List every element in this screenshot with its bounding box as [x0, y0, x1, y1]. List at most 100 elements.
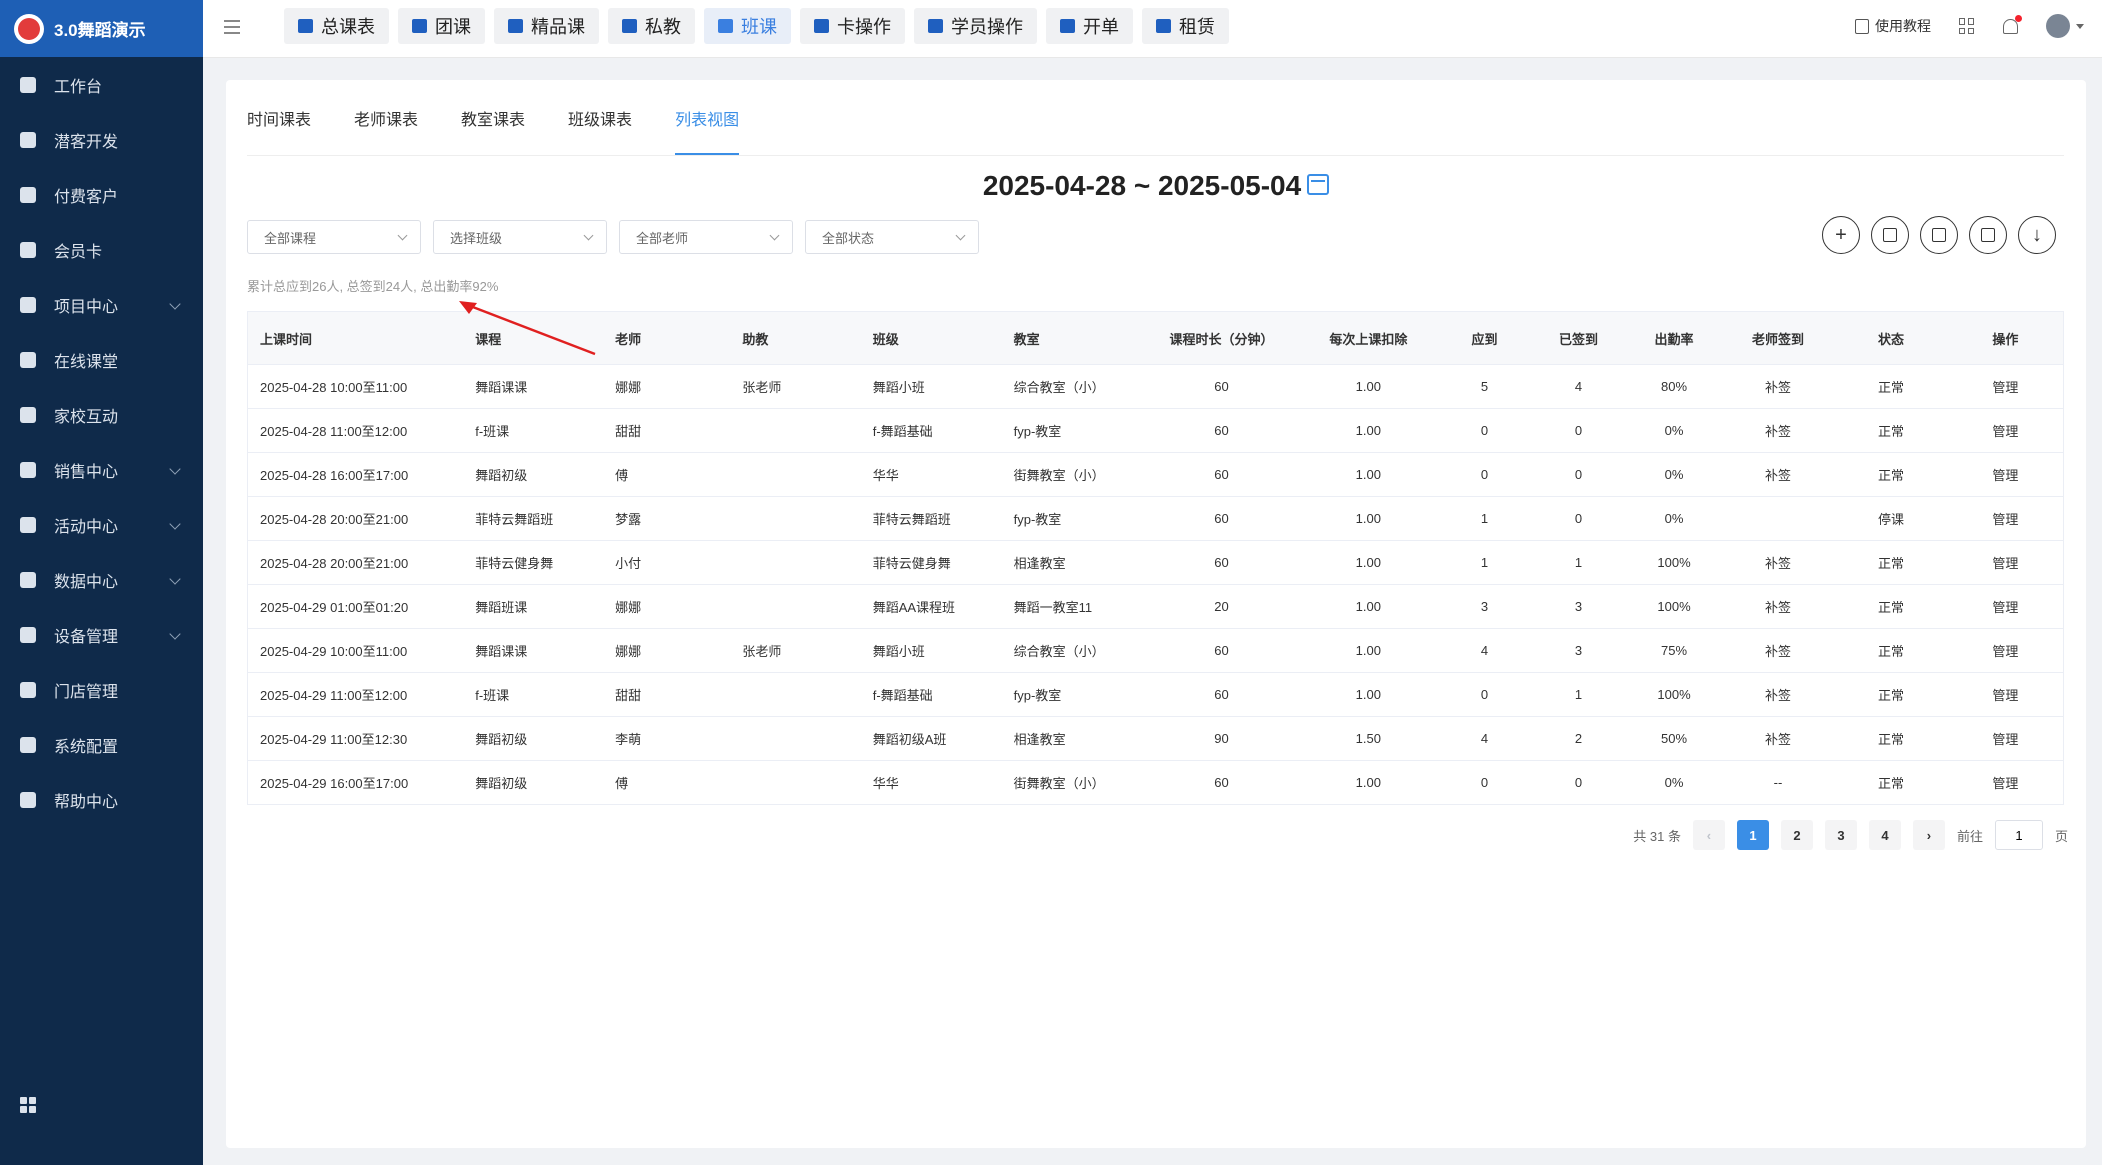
sidebar-item[interactable]: 项目中心 [0, 277, 203, 332]
signed-cell: 1 [1530, 540, 1627, 585]
teacher-sign-cell[interactable]: 补签 [1721, 540, 1835, 585]
copy-button[interactable] [1920, 216, 1958, 254]
class-time-cell: 2025-04-28 11:00至12:00 [247, 408, 464, 453]
filter-select[interactable]: 全部老师 [619, 220, 793, 254]
sidebar-item[interactable]: 付费客户 [0, 167, 203, 222]
chevron-down-icon[interactable] [2076, 23, 2084, 29]
attendance-rate-cell: 100% [1626, 672, 1722, 717]
chevron-down-icon [583, 230, 594, 241]
add-button[interactable]: + [1822, 216, 1860, 254]
signed-cell: 2 [1530, 716, 1627, 761]
status-cell: 正常 [1834, 628, 1948, 673]
avatar[interactable] [2046, 14, 2070, 38]
tutorial-link[interactable]: 使用教程 [1855, 16, 1931, 36]
brand[interactable]: 3.0舞蹈演示 [0, 0, 203, 57]
sidebar-item[interactable]: 数据中心 [0, 552, 203, 607]
table-header-cell: 每次上课扣除 [1298, 311, 1439, 365]
download-button[interactable]: ↓ [2018, 216, 2056, 254]
topnav-icon [412, 19, 427, 33]
qrcode-icon[interactable] [1959, 18, 1975, 34]
filter-select-value: 全部老师 [636, 230, 689, 246]
print-button[interactable] [1871, 216, 1909, 254]
calendar-icon[interactable] [1307, 174, 1330, 196]
topnav-item[interactable]: 私教 [608, 8, 695, 44]
class-cell: 华华 [860, 452, 1002, 497]
manage-link-cell[interactable]: 管理 [1947, 496, 2064, 541]
teacher-sign-cell[interactable]: 补签 [1721, 672, 1835, 717]
topnav-item[interactable]: 精品课 [494, 8, 599, 44]
topnav-item[interactable]: 团课 [398, 8, 485, 44]
sidebar-item[interactable]: 会员卡 [0, 222, 203, 277]
sidebar-item[interactable]: 工作台 [0, 57, 203, 112]
attendance-rate-cell: 0% [1626, 408, 1722, 453]
topnav-item[interactable]: 班课 [704, 8, 791, 44]
filter-select[interactable]: 全部课程 [247, 220, 421, 254]
delete-button[interactable] [1969, 216, 2007, 254]
manage-link-cell[interactable]: 管理 [1947, 716, 2064, 761]
topnav-item[interactable]: 开单 [1046, 8, 1133, 44]
goto-page-input[interactable] [1994, 820, 2043, 850]
sidebar-item[interactable]: 门店管理 [0, 662, 203, 717]
page-button[interactable]: 2 [1780, 820, 1813, 850]
teacher-sign-cell[interactable]: 补签 [1721, 716, 1835, 761]
classroom-cell: 综合教室（小） [1001, 628, 1145, 673]
class-cell: f-舞蹈基础 [860, 408, 1002, 453]
topnav-item[interactable]: 总课表 [284, 8, 389, 44]
sidebar-item[interactable]: 在线课堂 [0, 332, 203, 387]
trash-icon [1981, 228, 1995, 242]
teacher-sign-cell[interactable]: 补签 [1721, 452, 1835, 497]
manage-link-cell[interactable]: 管理 [1947, 628, 2064, 673]
filter-select[interactable]: 选择班级 [433, 220, 607, 254]
filter-select[interactable]: 全部状态 [805, 220, 979, 254]
date-range-text: 2025-04-28 ~ 2025-05-04 [982, 170, 1302, 201]
prev-page-button[interactable]: ‹ [1692, 820, 1725, 850]
action-buttons: + ↓ [1822, 216, 2056, 254]
tab-view[interactable]: 列表视图 [675, 80, 740, 155]
manage-link-cell[interactable]: 管理 [1947, 364, 2064, 409]
manage-link-cell[interactable]: 管理 [1947, 672, 2064, 717]
bell-icon[interactable] [2003, 14, 2022, 34]
page-button[interactable]: 1 [1736, 820, 1769, 850]
menu-toggle-icon[interactable] [224, 20, 240, 34]
page-button[interactable]: 3 [1824, 820, 1857, 850]
tab-view[interactable]: 时间课表 [247, 80, 311, 155]
topnav-item[interactable]: 学员操作 [914, 8, 1037, 44]
brand-logo-icon [14, 13, 44, 44]
teacher-sign-cell[interactable]: 补签 [1721, 628, 1835, 673]
class-cell: 舞蹈小班 [860, 364, 1002, 409]
manage-link-cell[interactable]: 管理 [1947, 584, 2064, 629]
tab-view[interactable]: 教室课表 [461, 80, 525, 155]
chevron-down-icon [397, 230, 408, 241]
attendance-rate-cell: 0% [1626, 496, 1722, 541]
table-header-cell: 上课时间 [247, 311, 464, 365]
course-cell: 舞蹈课课 [463, 628, 604, 673]
teacher-sign-cell[interactable]: 补签 [1721, 364, 1835, 409]
sidebar-item[interactable]: 设备管理 [0, 607, 203, 662]
manage-link-cell[interactable]: 管理 [1947, 452, 2064, 497]
manage-link-cell[interactable]: 管理 [1947, 760, 2064, 805]
tab-view[interactable]: 老师课表 [354, 80, 418, 155]
topnav-item[interactable]: 租赁 [1142, 8, 1229, 44]
signed-cell: 4 [1530, 364, 1627, 409]
sidebar-item[interactable]: 活动中心 [0, 497, 203, 552]
sidebar-item[interactable]: 家校互动 [0, 387, 203, 442]
sidebar-item[interactable]: 潜客开发 [0, 112, 203, 167]
sidebar-item[interactable]: 帮助中心 [0, 772, 203, 827]
sidebar-item[interactable]: 销售中心 [0, 442, 203, 497]
topnav-item[interactable]: 卡操作 [800, 8, 905, 44]
teacher-sign-cell[interactable]: 补签 [1721, 408, 1835, 453]
teacher-sign-cell[interactable]: 补签 [1721, 584, 1835, 629]
copy-icon [1932, 228, 1946, 242]
signed-cell: 3 [1530, 584, 1627, 629]
sidebar-item-label: 家校互动 [54, 408, 119, 426]
class-time-cell: 2025-04-28 10:00至11:00 [247, 364, 464, 409]
manage-link-cell[interactable]: 管理 [1947, 540, 2064, 585]
sidebar-item-label: 工作台 [54, 78, 103, 96]
apps-grid-icon[interactable] [20, 1097, 36, 1113]
page-button[interactable]: 4 [1868, 820, 1901, 850]
manage-link-cell[interactable]: 管理 [1947, 408, 2064, 453]
tab-view[interactable]: 班级课表 [568, 80, 632, 155]
sidebar-item[interactable]: 系统配置 [0, 717, 203, 772]
next-page-button[interactable]: › [1912, 820, 1945, 850]
attendance-rate-cell: 100% [1626, 540, 1722, 585]
